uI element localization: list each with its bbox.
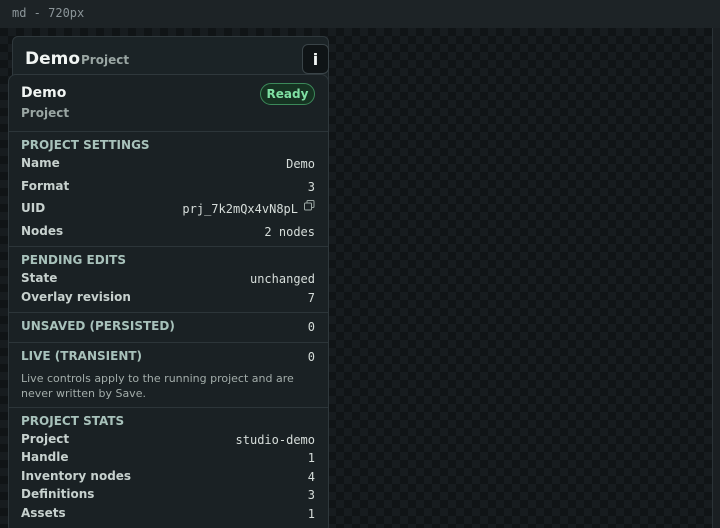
divider: [9, 246, 328, 247]
section-live: LIVE (TRANSIENT): [21, 349, 143, 363]
row-value-project: studio-demo: [235, 433, 315, 447]
header-title: Demo: [25, 49, 81, 69]
row-value-assets: 1: [307, 507, 315, 521]
row-value-handle: 1: [307, 451, 315, 465]
panel-subtitle: Project: [21, 106, 70, 120]
divider: [9, 312, 328, 313]
row-label-format: Format: [21, 179, 70, 193]
live-count: 0: [307, 350, 315, 364]
unsaved-count: 0: [307, 320, 315, 334]
header-subtitle: Project: [81, 53, 130, 67]
project-info-popover: Demo Project Ready PROJECT SETTINGS Name…: [8, 74, 329, 528]
row-value-definitions: 3: [307, 488, 315, 502]
copy-icon[interactable]: [304, 200, 315, 211]
status-badge: Ready: [260, 83, 315, 105]
row-value-nodes: 2 nodes: [264, 225, 315, 239]
row-label-state: State: [21, 271, 58, 285]
row-label-nodes: Nodes: [21, 224, 64, 238]
section-unsaved: UNSAVED (PERSISTED): [21, 319, 175, 333]
row-value-state: unchanged: [249, 272, 315, 286]
row-label-project: Project: [21, 432, 70, 446]
row-value-inventory-nodes: 4: [307, 470, 315, 484]
app-frame: md - 720px Demo Project i Demo Project R…: [0, 0, 720, 528]
row-label-uid: UID: [21, 201, 46, 215]
live-note: Live controls apply to the running proje…: [21, 372, 294, 400]
divider: [9, 342, 328, 343]
row-label-inventory-nodes: Inventory nodes: [21, 469, 132, 483]
row-value-format: 3: [307, 180, 315, 194]
divider: [9, 131, 328, 132]
row-label-name: Name: [21, 156, 60, 170]
section-project-stats: PROJECT STATS: [21, 414, 125, 428]
row-label-overlay-revision: Overlay revision: [21, 290, 131, 304]
row-label-handle: Handle: [21, 450, 69, 464]
row-value-uid: prj_7k2mQx4vN8pL: [182, 202, 298, 216]
row-label-definitions: Definitions: [21, 487, 95, 501]
divider: [9, 407, 328, 408]
right-scrollbar[interactable]: [712, 28, 720, 528]
section-pending-edits: PENDING EDITS: [21, 253, 126, 267]
section-project-settings: PROJECT SETTINGS: [21, 138, 150, 152]
viewport-label: md - 720px: [12, 6, 85, 20]
row-value-overlay-revision: 7: [307, 291, 315, 305]
viewport-bar: md - 720px: [0, 0, 720, 29]
row-value-name: Demo: [286, 157, 315, 171]
info-icon: i: [312, 49, 319, 69]
row-label-assets: Assets: [21, 506, 66, 520]
info-button[interactable]: i: [302, 44, 329, 74]
panel-title: Demo: [21, 85, 67, 101]
